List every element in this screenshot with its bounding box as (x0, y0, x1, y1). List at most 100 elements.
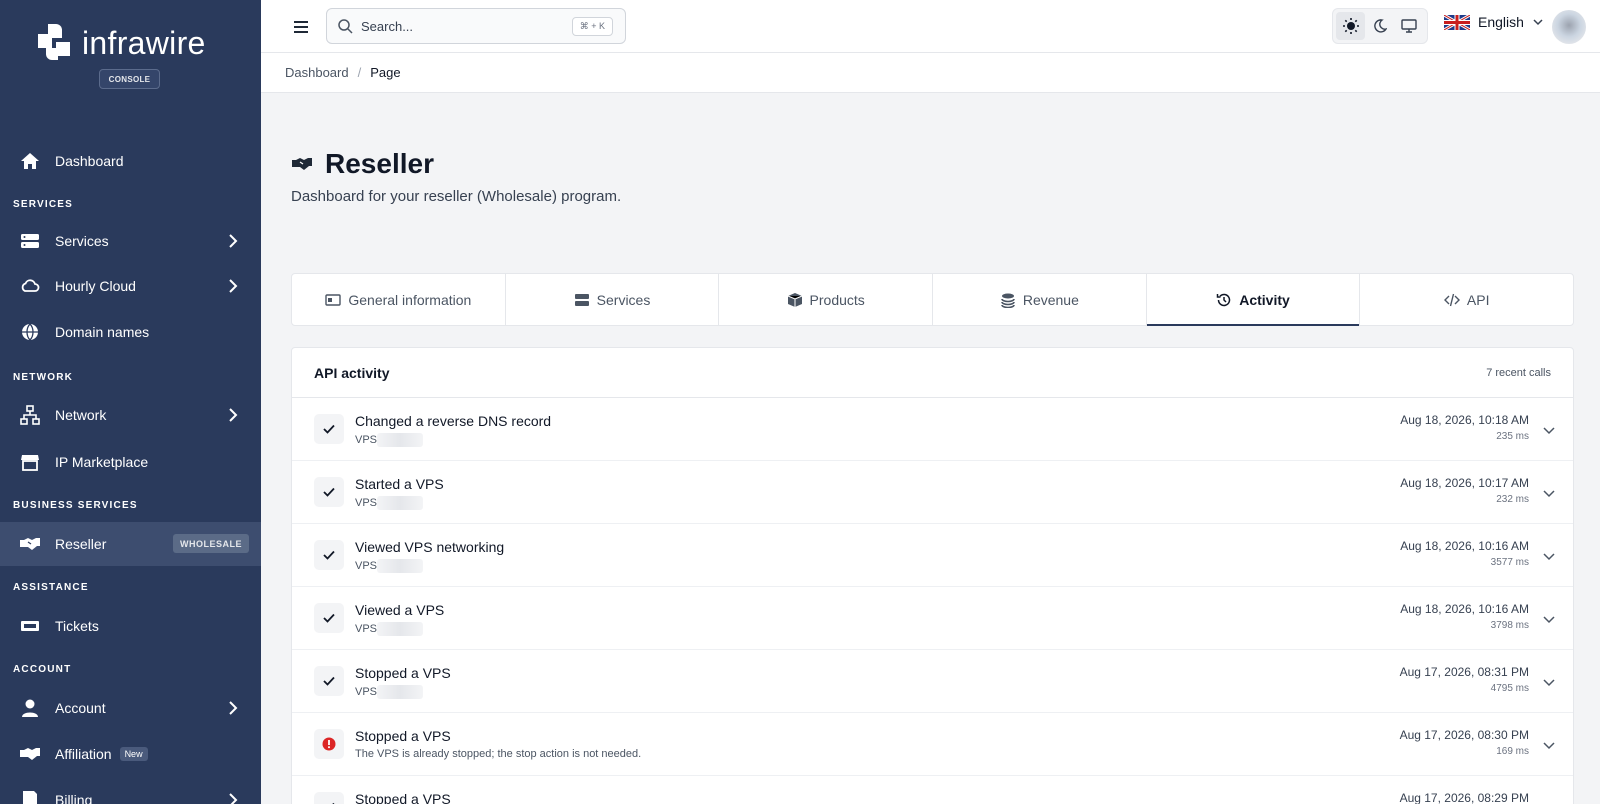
coins-icon (1001, 293, 1015, 308)
activity-row[interactable]: Changed a reverse DNS record VPS Aug 18, 2… (292, 398, 1573, 461)
avatar[interactable] (1552, 10, 1586, 44)
handshake-icon (292, 158, 312, 170)
breadcrumb-dashboard[interactable]: Dashboard (285, 65, 349, 80)
activity-duration: 4795 ms (1490, 683, 1529, 694)
activity-row[interactable]: Stopped a VPS VPS Aug 17, 2026, 08:31 PM 47… (292, 650, 1573, 713)
chevron-down-icon[interactable] (1541, 548, 1557, 564)
activity-subtitle-text: VPS (355, 560, 378, 572)
chevron-right-icon (229, 701, 238, 715)
activity-row[interactable]: Viewed VPS networking VPS Aug 18, 2026, 10… (292, 524, 1573, 587)
tab-services[interactable]: Services (506, 274, 720, 325)
menu-icon[interactable] (291, 17, 311, 37)
sidebar-item-network[interactable]: Network (0, 393, 261, 437)
activity-duration: 3798 ms (1490, 620, 1529, 631)
activity-subtitle: VPS (355, 685, 424, 699)
tab-activity[interactable]: Activity (1146, 274, 1361, 326)
activity-row[interactable]: Stopped a VPS The VPS is already stopped;… (292, 713, 1573, 776)
tab-label: Revenue (1022, 291, 1079, 308)
page-title: Reseller (325, 148, 434, 179)
activity-subtitle-text: VPS (355, 623, 378, 635)
activity-subtitle-text: VPS (355, 686, 378, 698)
sidebar-item-label: Billing (55, 792, 93, 804)
language-select[interactable]: English (1444, 14, 1544, 30)
redacted-id (377, 496, 424, 510)
activity-row[interactable]: Stopped a VPSVPSAug 17, 2026, 08:29 PM (292, 776, 1573, 804)
chevron-down-icon[interactable] (1541, 800, 1557, 804)
box-icon (787, 292, 802, 307)
language-label: English (1478, 14, 1524, 30)
chevron-down-icon[interactable] (1541, 485, 1557, 501)
redacted-id (377, 685, 424, 699)
activity-title: Viewed a VPS (355, 602, 445, 618)
sidebar-item-affiliation[interactable]: Affiliation New (0, 732, 261, 776)
breadcrumb-current: Page (370, 65, 401, 80)
error-icon (314, 729, 344, 759)
activity-subtitle-text: VPS (355, 434, 378, 446)
dark-theme-button[interactable] (1365, 12, 1394, 40)
panel-header: API activity 7 recent calls (292, 348, 1573, 398)
sidebar-item-domain-names[interactable]: Domain names (0, 310, 261, 354)
user-icon (19, 697, 41, 719)
sidebar-item-dashboard[interactable]: Dashboard (0, 139, 261, 183)
chevron-down-icon[interactable] (1541, 737, 1557, 753)
theme-switcher (1332, 8, 1428, 44)
activity-duration: 232 ms (1496, 494, 1529, 505)
brand-name: infrawire (82, 24, 206, 61)
sidebar-item-services[interactable]: Services (0, 219, 261, 263)
sidebar-item-label: Reseller (55, 536, 107, 552)
section-label-account: ACCOUNT (13, 664, 72, 675)
tab-label: Activity (1239, 291, 1290, 308)
activity-duration: 3577 ms (1490, 557, 1529, 568)
sidebar-item-label: Dashboard (55, 153, 124, 169)
sidebar-item-reseller[interactable]: Reseller WHOLESALE (0, 522, 261, 566)
sidebar-item-account[interactable]: Account (0, 686, 261, 730)
sidebar-item-label: Affiliation (55, 746, 112, 762)
activity-title: Stopped a VPS (355, 665, 451, 681)
activity-list: Changed a reverse DNS record VPS Aug 18, 2… (292, 398, 1573, 804)
uk-flag-icon (1444, 14, 1470, 30)
chevron-down-icon[interactable] (1541, 422, 1557, 438)
sidebar-item-label: Hourly Cloud (55, 278, 136, 294)
search-input[interactable]: Search... ⌘ + K (326, 8, 626, 44)
tab-products[interactable]: Products (719, 274, 934, 325)
chevron-down-icon[interactable] (1541, 611, 1557, 627)
activity-row[interactable]: Started a VPS VPS Aug 18, 2026, 10:17 AM 23… (292, 461, 1573, 524)
code-icon (1443, 293, 1460, 306)
recent-calls-count: 7 recent calls (1486, 366, 1551, 379)
store-icon (19, 451, 41, 473)
history-icon (1216, 293, 1231, 306)
tab-bar: General information Services Products Re… (291, 273, 1574, 326)
system-theme-button[interactable] (1395, 12, 1424, 40)
sidebar-item-tickets[interactable]: Tickets (0, 604, 261, 648)
activity-subtitle: VPS (355, 622, 424, 636)
tab-label: API (1466, 291, 1490, 308)
activity-timestamp: Aug 17, 2026, 08:29 PM (1399, 791, 1529, 804)
breadcrumb: Dashboard / Page (261, 53, 1600, 93)
tab-api[interactable]: API (1360, 274, 1573, 325)
brand-logo[interactable]: infrawire (38, 24, 206, 62)
activity-title: Viewed VPS networking (355, 539, 505, 555)
activity-title: Stopped a VPS (355, 791, 451, 804)
tab-label: Services (596, 291, 651, 308)
server-icon (574, 293, 589, 306)
chevron-down-icon[interactable] (1541, 674, 1557, 690)
moon-icon (1374, 19, 1387, 33)
activity-timestamp: Aug 17, 2026, 08:31 PM (1399, 665, 1529, 679)
handshake-icon (19, 743, 41, 765)
new-badge: New (119, 747, 148, 761)
sidebar-item-hourly-cloud[interactable]: Hourly Cloud (0, 264, 261, 308)
tab-revenue[interactable]: Revenue (933, 274, 1147, 325)
sidebar-item-ip-marketplace[interactable]: IP Marketplace (0, 440, 261, 484)
activity-subtitle: The VPS is already stopped; the stop act… (355, 748, 641, 760)
activity-timestamp: Aug 18, 2026, 10:16 AM (1400, 539, 1529, 553)
sidebar-item-label: Account (55, 700, 106, 716)
light-theme-button[interactable] (1336, 12, 1366, 40)
activity-row[interactable]: Viewed a VPS VPS Aug 18, 2026, 10:16 AM 379… (292, 587, 1573, 650)
sidebar-item-billing[interactable]: Billing (0, 778, 261, 804)
search-icon (338, 19, 353, 34)
globe-icon (19, 321, 41, 343)
handshake-icon (19, 533, 41, 555)
tab-label: General information (348, 291, 472, 308)
tab-general-information[interactable]: General information (292, 274, 506, 325)
check-icon (314, 540, 344, 570)
